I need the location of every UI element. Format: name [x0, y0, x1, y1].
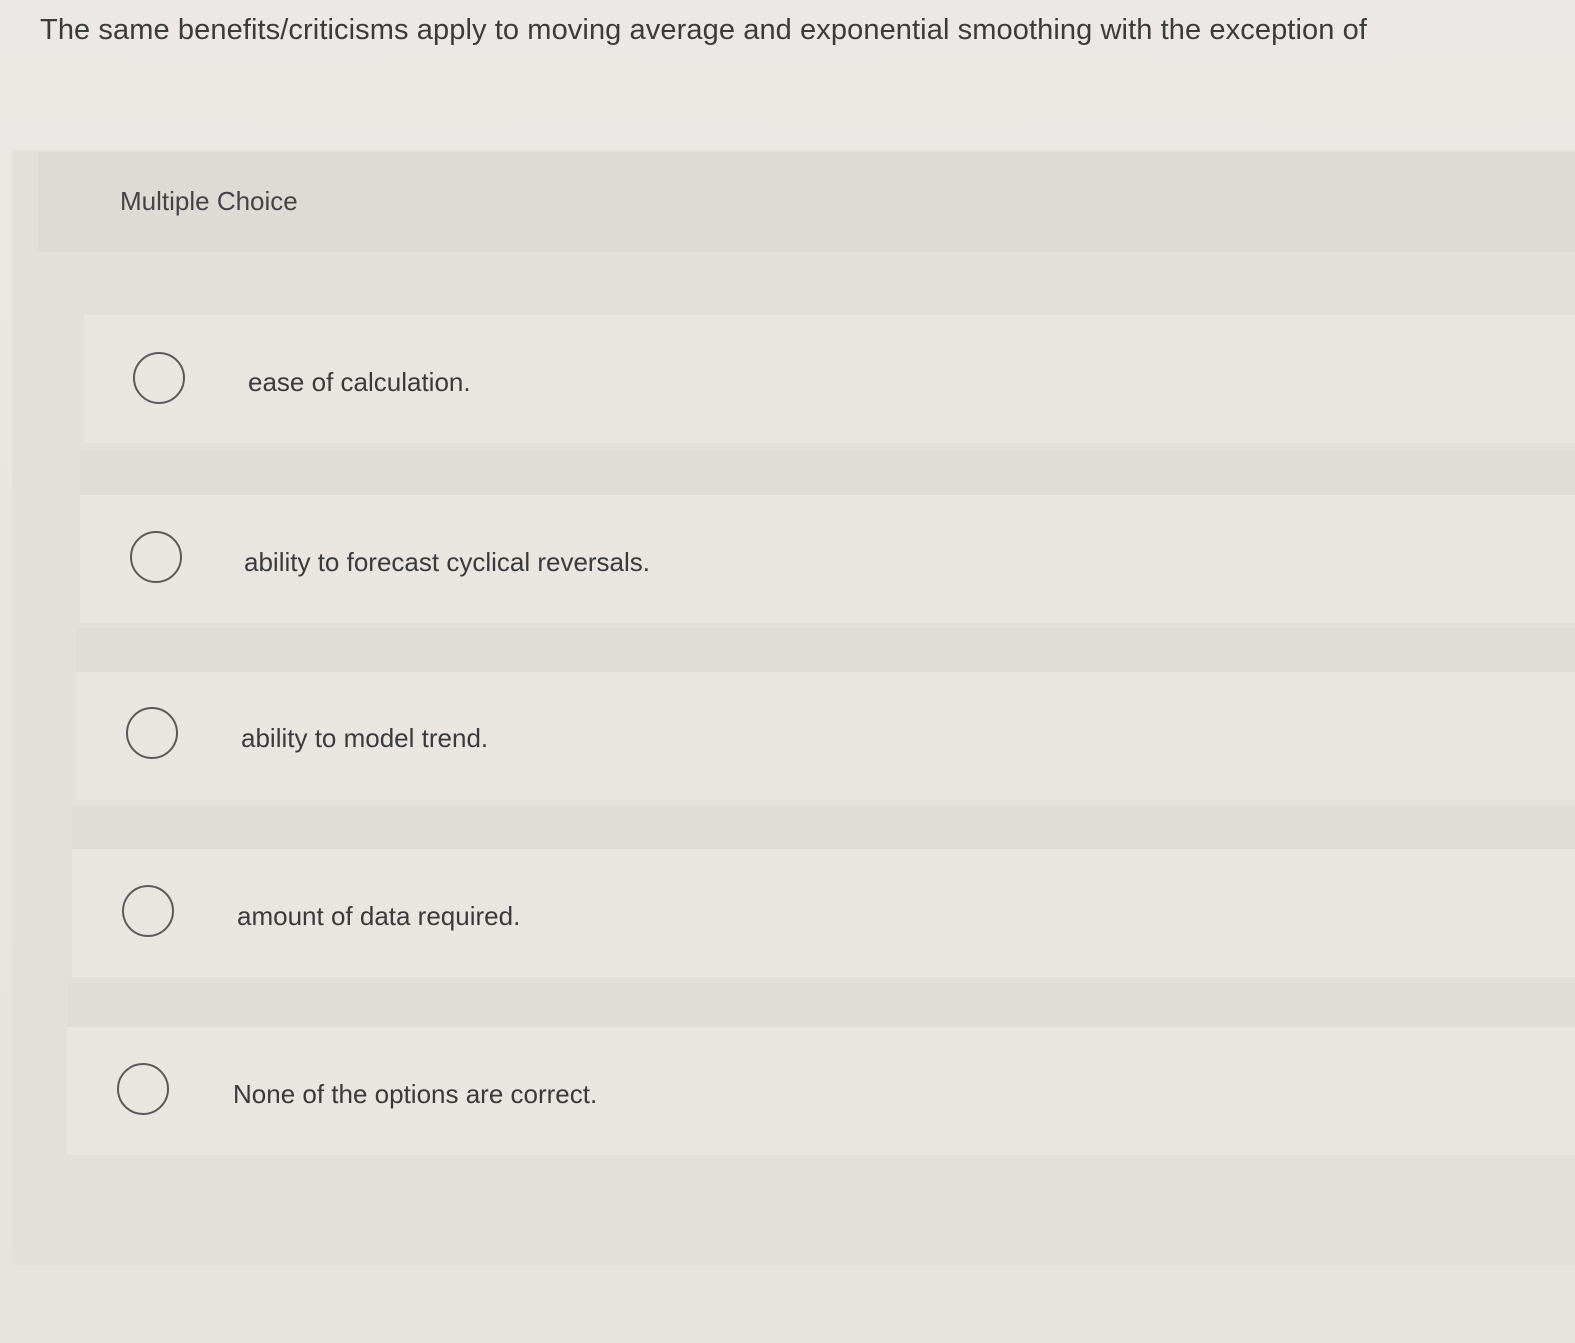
question-type-label: Multiple Choice [120, 186, 298, 216]
radio-button[interactable] [130, 531, 182, 583]
option-label: ease of calculation. [248, 367, 471, 397]
option-row[interactable]: ability to model trend. [76, 672, 1575, 800]
radio-button[interactable] [117, 1063, 169, 1115]
option-row[interactable]: ability to forecast cyclical reversals. [80, 495, 1575, 623]
option-label: amount of data required. [237, 901, 521, 931]
option-divider [80, 450, 1575, 496]
radio-button[interactable] [122, 885, 174, 937]
radio-button[interactable] [133, 352, 185, 404]
option-label: ability to model trend. [241, 723, 489, 753]
option-label: ability to forecast cyclical reversals. [244, 547, 651, 577]
option-row[interactable]: None of the options are correct. [67, 1027, 1575, 1155]
option-row[interactable]: ease of calculation. [84, 315, 1575, 443]
radio-button[interactable] [126, 707, 178, 759]
option-divider [72, 806, 1575, 852]
question-text: The same benefits/criticisms apply to mo… [40, 14, 1367, 46]
option-divider [76, 628, 1575, 674]
option-row[interactable]: amount of data required. [72, 849, 1575, 977]
option-label: None of the options are correct. [233, 1079, 598, 1109]
page: The same benefits/criticisms apply to mo… [0, 0, 1575, 1343]
option-divider [68, 983, 1575, 1029]
